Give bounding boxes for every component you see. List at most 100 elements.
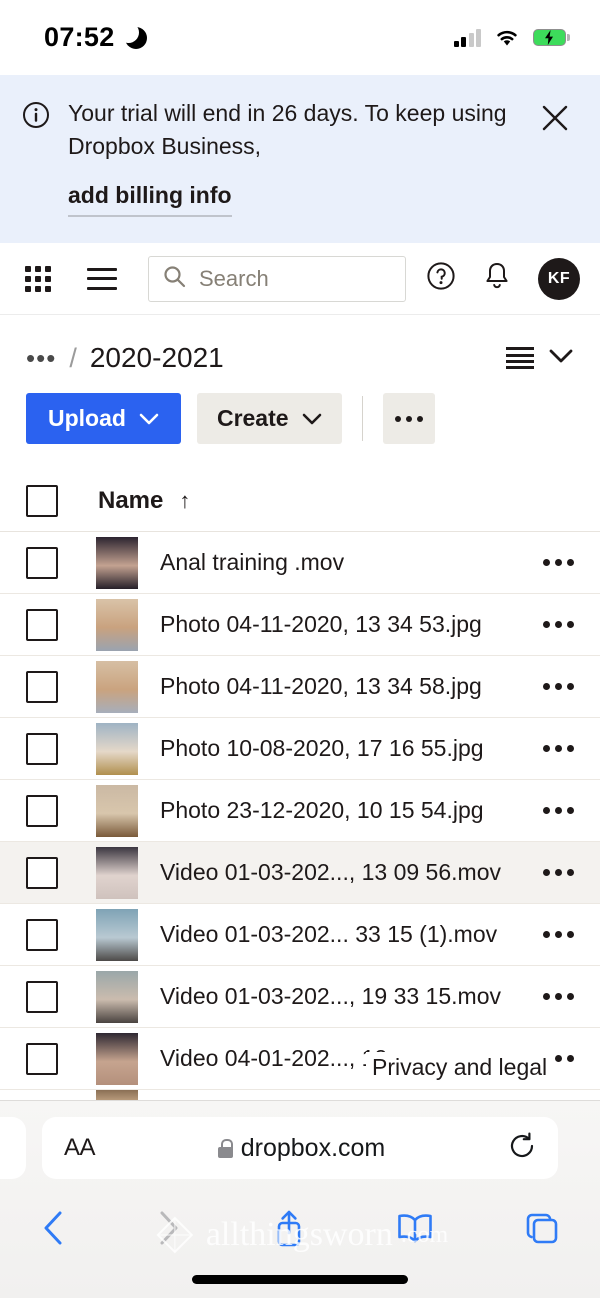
file-name[interactable]: Video 04-01-202..., 12: [160, 1045, 387, 1072]
table-row[interactable]: Photo 23-12-2020, 10 15 54.jpg: [0, 780, 600, 843]
safari-address-bar[interactable]: AA dropbox.com: [42, 1117, 558, 1179]
table-body: Anal training .mov Photo 04-11-2020, 13 3…: [0, 532, 600, 1117]
column-header-name[interactable]: Name ↑: [98, 487, 190, 515]
row-overflow-button[interactable]: [531, 801, 574, 820]
bell-icon[interactable]: [483, 261, 511, 296]
row-checkbox[interactable]: [26, 732, 58, 765]
table-row[interactable]: Photo 04-11-2020, 13 34 58.jpg: [0, 656, 600, 719]
file-name[interactable]: Photo 10-08-2020, 17 16 55.jpg: [160, 735, 484, 762]
adjacent-tab[interactable]: [0, 1117, 26, 1179]
row-checkbox[interactable]: [26, 670, 58, 703]
upload-button[interactable]: Upload: [26, 393, 181, 445]
breadcrumb: ••• / 2020-2021: [0, 315, 600, 377]
reload-icon[interactable]: [508, 1132, 536, 1165]
text-size-label: AA: [64, 1134, 96, 1161]
help-circle-icon[interactable]: [426, 261, 456, 296]
url-text: dropbox.com: [240, 1133, 386, 1162]
tabs-icon[interactable]: [524, 1210, 560, 1246]
safari-browser-chrome: AA dropbox.com allthingsworn .com: [0, 1100, 600, 1298]
wifi-icon: [494, 28, 520, 47]
row-checkbox[interactable]: [26, 794, 58, 827]
row-checkbox[interactable]: [26, 608, 58, 641]
create-button[interactable]: Create: [196, 393, 342, 445]
row-overflow-button[interactable]: [531, 615, 574, 634]
forward-chevron-icon: [156, 1209, 182, 1247]
more-actions-button[interactable]: [382, 393, 435, 445]
breadcrumb-current-folder[interactable]: 2020-2021: [90, 342, 224, 374]
file-thumbnail: [96, 660, 138, 713]
share-icon[interactable]: [272, 1207, 306, 1249]
navbar-right-group: KF: [426, 257, 580, 300]
action-toolbar: Upload Create: [0, 377, 600, 445]
row-checkbox[interactable]: [26, 980, 58, 1013]
status-time-group: 07:52: [44, 21, 147, 53]
overflow-dots-icon: [543, 931, 574, 939]
table-row[interactable]: Video 01-03-202... 33 15 (1).mov: [0, 904, 600, 967]
file-thumbnail: [96, 970, 138, 1023]
phone-screen: 07:52 Your trial will end in 26 days. To…: [0, 0, 600, 1298]
row-overflow-button[interactable]: [531, 553, 574, 572]
upload-label: Upload: [48, 405, 126, 432]
banner-body: Your trial will end in 26 days. To keep …: [68, 97, 576, 218]
row-checkbox[interactable]: [26, 918, 58, 951]
list-view-icon[interactable]: [506, 347, 534, 370]
book-icon[interactable]: [396, 1211, 434, 1245]
row-checkbox[interactable]: [26, 1042, 58, 1075]
file-thumbnail: [96, 722, 138, 775]
text-size-button[interactable]: AA: [64, 1134, 96, 1162]
overflow-dots-icon: [543, 559, 574, 567]
file-thumbnail: [96, 536, 138, 589]
breadcrumb-view-controls: [506, 347, 574, 370]
row-checkbox[interactable]: [26, 546, 58, 579]
file-thumbnail: [96, 1032, 138, 1085]
overflow-dots-icon: [394, 415, 423, 422]
overflow-dots-icon: [543, 807, 574, 815]
toolbar-divider: [361, 396, 363, 442]
overflow-dots-icon: [543, 993, 574, 1001]
safari-toolbar: [0, 1197, 600, 1259]
row-overflow-button[interactable]: [531, 987, 574, 1006]
row-overflow-button[interactable]: [531, 863, 574, 882]
row-overflow-button[interactable]: [531, 925, 574, 944]
row-overflow-button[interactable]: [531, 739, 574, 758]
chevron-down-icon[interactable]: [548, 348, 574, 369]
avatar[interactable]: KF: [538, 257, 580, 300]
chevron-down-icon: [302, 405, 322, 432]
table-row[interactable]: Anal training .mov: [0, 532, 600, 595]
column-header-name-label: Name: [98, 486, 164, 514]
select-all-checkbox[interactable]: [26, 484, 58, 517]
table-row[interactable]: Photo 04-11-2020, 13 34 53.jpg: [0, 594, 600, 657]
file-name[interactable]: Photo 04-11-2020, 13 34 53.jpg: [160, 611, 482, 638]
file-thumbnail: [96, 908, 138, 961]
status-indicators: [453, 28, 570, 47]
overflow-dots-icon: [543, 745, 574, 753]
file-name[interactable]: Anal training .mov: [160, 549, 344, 576]
table-row[interactable]: Photo 10-08-2020, 17 16 55.jpg: [0, 718, 600, 781]
back-chevron-icon[interactable]: [40, 1209, 66, 1247]
breadcrumb-ellipsis[interactable]: •••: [26, 345, 56, 371]
privacy-and-legal-link[interactable]: Privacy and legal: [366, 1052, 554, 1083]
grid-apps-icon[interactable]: [25, 265, 51, 292]
row-overflow-button[interactable]: [531, 677, 574, 696]
add-billing-info-link[interactable]: add billing info: [68, 182, 232, 218]
search-icon: [163, 265, 186, 293]
file-table: Name ↑ Anal training .mov Photo 04-11-202…: [0, 470, 600, 1117]
info-circle-icon: [22, 101, 50, 134]
hamburger-menu-icon[interactable]: [87, 267, 117, 290]
file-name[interactable]: Photo 23-12-2020, 10 15 54.jpg: [160, 797, 484, 824]
file-name[interactable]: Video 01-03-202... 33 15 (1).mov: [160, 921, 497, 948]
file-thumbnail: [96, 784, 138, 837]
overflow-dots-icon: [543, 683, 574, 691]
status-bar: 07:52: [0, 0, 600, 75]
table-row[interactable]: Video 01-03-202..., 19 33 15.mov: [0, 966, 600, 1029]
close-icon[interactable]: [540, 103, 570, 133]
sort-ascending-icon: ↑: [179, 487, 191, 513]
search-input[interactable]: Search: [148, 255, 406, 302]
create-label: Create: [216, 405, 289, 432]
file-name[interactable]: Video 01-03-202..., 19 33 15.mov: [160, 983, 501, 1010]
table-row[interactable]: Video 01-03-202..., 13 09 56.mov: [0, 842, 600, 905]
file-name[interactable]: Video 01-03-202..., 13 09 56.mov: [160, 859, 501, 886]
url-display: dropbox.com: [95, 1134, 508, 1163]
file-name[interactable]: Photo 04-11-2020, 13 34 58.jpg: [160, 673, 482, 700]
row-checkbox[interactable]: [26, 856, 58, 889]
